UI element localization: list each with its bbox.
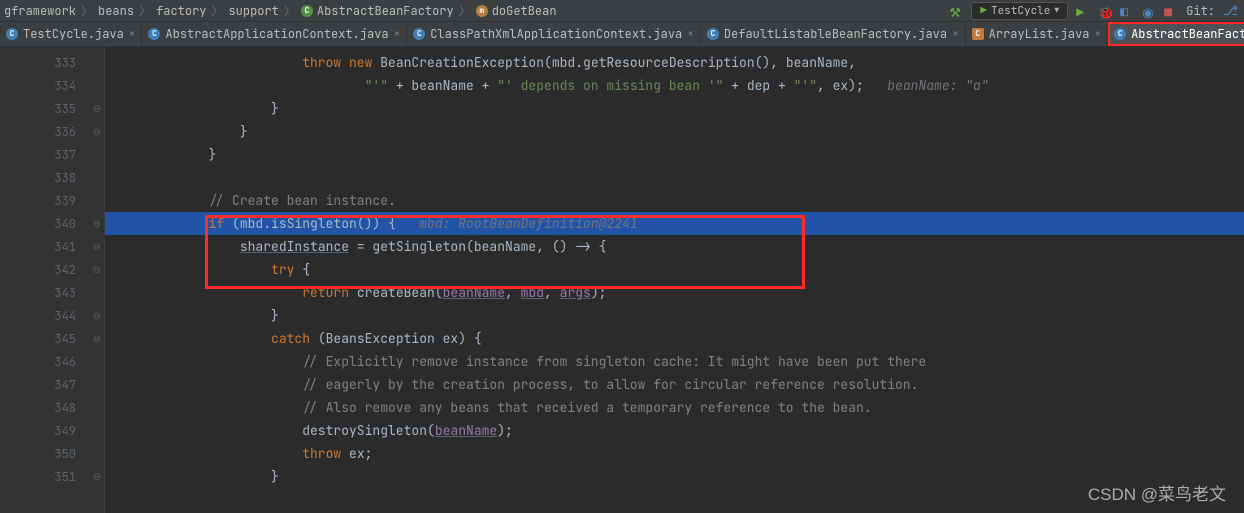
gutter[interactable]: 333334335⊖336⊖337338339340⊖341⊖342⊖34334…	[0, 47, 105, 513]
code-line: // eagerly by the creation process, to a…	[105, 373, 1244, 396]
code-line: throw new BeanCreationException(mbd.getR…	[105, 51, 1244, 74]
breadcrumb-sep: 〉	[284, 2, 296, 19]
gutter-line[interactable]: 335⊖	[0, 97, 104, 120]
code-line: }	[105, 465, 1244, 488]
code-line: return createBean(beanName, mbd, args);	[105, 281, 1244, 304]
tab-testcycle[interactable]: CTestCycle.java×	[0, 22, 142, 46]
breadcrumb[interactable]: gframework 〉 beans 〉 factory 〉 support 〉…	[4, 2, 557, 19]
tab-defaultlistablebeanfactory[interactable]: CDefaultListableBeanFactory.java×	[701, 22, 966, 46]
gutter-line[interactable]: 347	[0, 373, 104, 396]
code-line: sharedInstance = getSingleton(beanName, …	[105, 235, 1244, 258]
gutter-line[interactable]: 344⊖	[0, 304, 104, 327]
editor-tabs: CTestCycle.java× CAbstractApplicationCon…	[0, 22, 1244, 47]
code-area[interactable]: throw new BeanCreationException(mbd.getR…	[105, 47, 1244, 513]
close-icon[interactable]: ×	[394, 27, 401, 41]
fold-icon[interactable]: ⊖	[93, 332, 101, 345]
fold-icon[interactable]: ⊖	[93, 263, 101, 276]
code-line: }	[105, 143, 1244, 166]
close-icon[interactable]: ×	[687, 27, 694, 41]
fold-icon[interactable]: ⊖	[93, 125, 101, 138]
java-class-icon: C	[413, 28, 425, 40]
gutter-line[interactable]: 334	[0, 74, 104, 97]
code-line: throw ex;	[105, 442, 1244, 465]
stop-icon[interactable]: ■	[1164, 4, 1178, 18]
gutter-line[interactable]: 345⊖	[0, 327, 104, 350]
gutter-line[interactable]: 339	[0, 189, 104, 212]
fold-icon[interactable]: ⊖	[93, 470, 101, 483]
run-icon[interactable]: ▶	[1076, 4, 1090, 18]
code-line: // Also remove any beans that received a…	[105, 396, 1244, 419]
tab-abstractapplicationcontext[interactable]: CAbstractApplicationContext.java×	[142, 22, 407, 46]
breadcrumb-sep: 〉	[211, 2, 223, 19]
code-line: }	[105, 304, 1244, 327]
breadcrumb-item[interactable]: factory	[156, 3, 206, 19]
close-icon[interactable]: ×	[952, 27, 959, 41]
git-label: Git:	[1186, 3, 1215, 19]
code-line	[105, 166, 1244, 189]
code-line: "'" + beanName + "' depends on missing b…	[105, 74, 1244, 97]
tab-arraylist[interactable]: CArrayList.java×	[966, 22, 1108, 46]
close-icon[interactable]: ×	[129, 27, 136, 41]
code-line-highlighted: if (mbd.isSingleton()) { mbd: RootBeanDe…	[105, 212, 1244, 235]
gutter-line[interactable]: 349	[0, 419, 104, 442]
editor: 333334335⊖336⊖337338339340⊖341⊖342⊖34334…	[0, 47, 1244, 513]
java-lib-icon: C	[972, 28, 984, 40]
breadcrumb-sep: 〉	[459, 2, 471, 19]
git-branch-icon[interactable]: ⎇	[1223, 2, 1238, 19]
java-class-icon: C	[148, 28, 160, 40]
fold-icon[interactable]: ⊖	[93, 217, 101, 230]
fold-icon[interactable]: ⊖	[93, 102, 101, 115]
close-icon[interactable]: ×	[1094, 27, 1101, 41]
breadcrumb-item[interactable]: CAbstractBeanFactory	[301, 3, 454, 19]
breadcrumb-item[interactable]: beans	[98, 3, 134, 19]
class-icon: C	[301, 5, 313, 17]
build-icon[interactable]: ⚒	[949, 4, 963, 18]
method-icon: m	[476, 5, 488, 17]
code-line: }	[105, 120, 1244, 143]
code-line: try {	[105, 258, 1244, 281]
code-line: // Explicitly remove instance from singl…	[105, 350, 1244, 373]
gutter-line[interactable]: 342⊖	[0, 258, 104, 281]
tab-abstractbeanfactory[interactable]: CAbstractBeanFactory.java×	[1108, 22, 1244, 46]
breadcrumb-item[interactable]: gframework	[4, 3, 76, 19]
debug-icon[interactable]: 🐞	[1098, 4, 1112, 18]
coverage-icon[interactable]: ◧	[1120, 4, 1134, 18]
top-toolbar: gframework 〉 beans 〉 factory 〉 support 〉…	[0, 0, 1244, 22]
breadcrumb-item[interactable]: mdoGetBean	[476, 3, 557, 19]
gutter-line[interactable]: 346	[0, 350, 104, 373]
gutter-line[interactable]: 341⊖	[0, 235, 104, 258]
code-line: }	[105, 97, 1244, 120]
gutter-line[interactable]: 351⊖	[0, 465, 104, 488]
code-line: destroySingleton(beanName);	[105, 419, 1244, 442]
code-line: catch (BeansException ex) {	[105, 327, 1244, 350]
gutter-line[interactable]: 340⊖	[0, 212, 104, 235]
gutter-line[interactable]: 337	[0, 143, 104, 166]
breadcrumb-sep: 〉	[139, 2, 151, 19]
gutter-line[interactable]: 333	[0, 51, 104, 74]
toolbar-right: ⚒ ▶ TestCycle ▼ ▶ 🐞 ◧ ◉ ■ Git: ⎇	[949, 2, 1244, 20]
fold-icon[interactable]: ⊖	[93, 240, 101, 253]
java-class-icon: C	[1114, 28, 1126, 40]
breadcrumb-sep: 〉	[81, 2, 93, 19]
java-class-icon: C	[6, 28, 18, 40]
breadcrumb-item[interactable]: support	[228, 3, 278, 19]
gutter-line[interactable]: 348	[0, 396, 104, 419]
run-config-selector[interactable]: ▶ TestCycle ▼	[971, 2, 1068, 20]
tab-classpathxmlapplicationcontext[interactable]: CClassPathXmlApplicationContext.java×	[407, 22, 701, 46]
code-line: // Create bean instance.	[105, 189, 1244, 212]
gutter-line[interactable]: 343	[0, 281, 104, 304]
java-class-icon: C	[707, 28, 719, 40]
gutter-line[interactable]: 338	[0, 166, 104, 189]
gutter-line[interactable]: 350	[0, 442, 104, 465]
fold-icon[interactable]: ⊖	[93, 309, 101, 322]
gutter-line[interactable]: 336⊖	[0, 120, 104, 143]
profile-icon[interactable]: ◉	[1142, 4, 1156, 18]
